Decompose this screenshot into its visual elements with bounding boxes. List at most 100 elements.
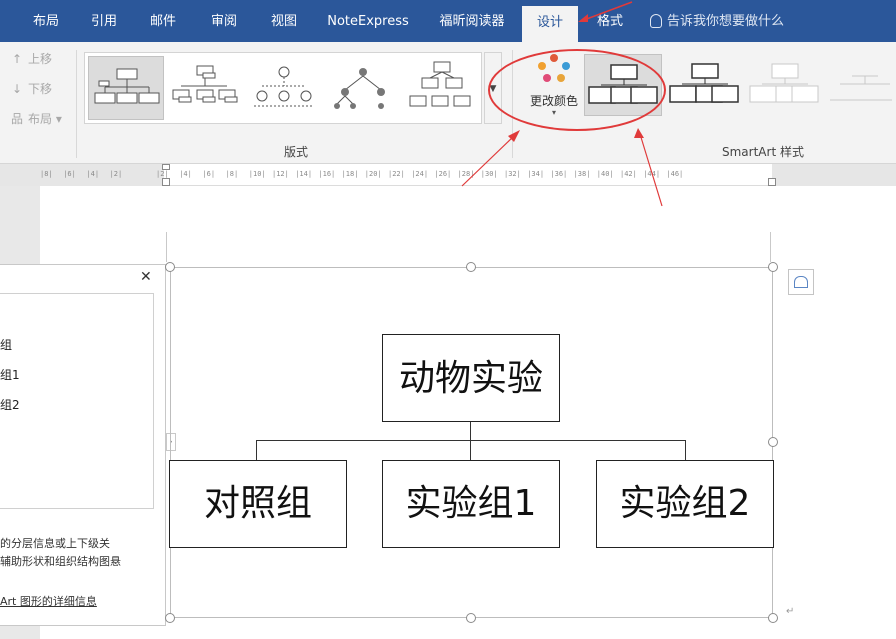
ruler-tick-label: |18| <box>341 170 359 178</box>
ribbon-tab-bar: 布局 引用 邮件 审阅 视图 NoteExpress 福昕阅读器 设计 格式 告… <box>0 0 896 42</box>
resize-handle[interactable] <box>768 613 778 623</box>
tab-mailings[interactable]: 邮件 <box>134 0 192 42</box>
ruler-tick-label: |8| <box>225 170 239 178</box>
layout-org-chart[interactable] <box>88 56 164 120</box>
ruler-tick-label: |2| <box>109 170 123 178</box>
layouts-gallery <box>84 52 482 124</box>
text-pane-item[interactable]: 组1 <box>0 366 20 383</box>
chevron-down-icon: ▾ <box>551 108 556 117</box>
smartart-root-node[interactable]: 动物实验 <box>382 334 560 422</box>
tab-noteexpress[interactable]: NoteExpress <box>318 0 418 42</box>
change-colors-label: 更改颜色 <box>529 94 578 108</box>
smartart-style-white-outline[interactable] <box>666 54 744 116</box>
paragraph-mark-icon: ↵ <box>786 606 795 617</box>
move-down-button[interactable]: ↓ 下移 <box>10 80 52 97</box>
layout-options-icon <box>794 276 808 288</box>
layout-hierarchy[interactable] <box>325 56 401 120</box>
resize-handle[interactable] <box>466 262 476 272</box>
ruler-tick-label: |4| <box>179 170 192 178</box>
palette-dot <box>562 62 570 70</box>
name-title-org-chart-icon <box>172 65 238 103</box>
right-indent-marker-icon[interactable] <box>768 178 776 186</box>
palette-dot <box>550 54 558 62</box>
layout-dropdown-button[interactable]: 品布局 ▾ <box>10 110 62 127</box>
horizontal-ruler[interactable]: |8| |6| |4| |2| |2| |4| |6| |8| |10| |12| |14| |16|… <box>0 164 896 186</box>
smartart-text-pane: ✕ 组 组1 组2 的分层信息或上下级关 辅助形状和组织结构图悬 Art 图形的… <box>0 264 166 626</box>
layouts-more-button[interactable]: ▼ <box>484 52 502 124</box>
smartart-child-node[interactable]: 实验组1 <box>382 460 560 548</box>
palette-dot <box>543 74 551 82</box>
tab-layout[interactable]: 布局 <box>18 0 74 42</box>
circle-hierarchy-icon <box>254 66 314 107</box>
palette-dot <box>557 74 565 82</box>
palette-dot <box>538 62 546 70</box>
connector-line <box>685 440 686 460</box>
connector-line <box>470 422 471 440</box>
layout-name-title-org-chart[interactable] <box>167 56 243 120</box>
resize-handle[interactable] <box>466 613 476 623</box>
smartart-style-subtle[interactable] <box>746 54 824 116</box>
lightbulb-icon <box>650 14 662 28</box>
labeled-hierarchy-icon <box>409 61 471 107</box>
connector-line <box>470 440 471 460</box>
connector-line <box>256 440 257 460</box>
arrow-down-icon: ↓ <box>11 82 23 96</box>
tell-me-text: 告诉我你想要做什么 <box>667 14 785 29</box>
ruler-tick-label: |12| <box>272 170 289 178</box>
ruler-tick-label: |6| <box>63 170 76 178</box>
ruler-tick-label: |22| <box>388 170 405 178</box>
style-preview-icon <box>669 63 739 103</box>
style-preview-icon <box>830 75 892 101</box>
tab-review[interactable]: 审阅 <box>196 0 252 42</box>
tab-design[interactable]: 设计 <box>522 6 578 42</box>
layout-labeled-hierarchy[interactable] <box>404 56 480 120</box>
ruler-tick-label: |4| <box>86 170 100 178</box>
resize-handle[interactable] <box>165 613 175 623</box>
learn-more-link[interactable]: Art 图形的详细信息 <box>0 593 97 609</box>
smartart-child-node[interactable]: 对照组 <box>169 460 347 548</box>
close-icon[interactable]: ✕ <box>140 269 152 285</box>
group-separator <box>76 50 77 158</box>
smartart-frame[interactable] <box>170 267 773 618</box>
move-up-button[interactable]: ↑ 上移 <box>10 50 52 67</box>
ruler-margin-left <box>0 164 164 186</box>
layout-circle-picture-hierarchy[interactable] <box>246 56 322 120</box>
arrow-up-icon: ↑ <box>11 52 23 66</box>
text-pane-description: 的分层信息或上下级关 辅助形状和组织结构图悬 <box>0 537 121 568</box>
smartart-child-node[interactable]: 实验组2 <box>596 460 774 548</box>
style-preview-icon <box>749 63 819 103</box>
hierarchy-dots-icon <box>334 68 385 109</box>
ribbon-body: ↑ 上移 ↓ 下移 品布局 ▾ ▼ 版式 更改颜色 ▾ SmartArt 样式 <box>0 42 896 164</box>
page-margin-line <box>770 232 771 262</box>
layouts-group-label: 版式 <box>284 145 309 159</box>
org-layout-icon: 品 <box>10 112 23 126</box>
tab-view[interactable]: 视图 <box>256 0 312 42</box>
smartart-style-simple-fill[interactable] <box>584 54 662 116</box>
resize-handle[interactable] <box>768 437 778 447</box>
org-chart-layout-icon <box>94 68 160 104</box>
change-colors-button[interactable]: 更改颜色 ▾ <box>522 52 586 132</box>
smartart-style-lines[interactable] <box>826 54 896 116</box>
text-pane-item[interactable]: 组2 <box>0 396 20 413</box>
ruler-tick-label: |2| <box>156 170 169 178</box>
ruler-tick-label: |14| <box>295 170 313 178</box>
page-margin-line <box>166 232 167 262</box>
ruler-tick-label: |16| <box>318 170 336 178</box>
text-pane-list[interactable]: 组 组1 组2 <box>0 293 154 509</box>
indent-marker-icon[interactable] <box>162 164 170 170</box>
tab-foxit-reader[interactable]: 福昕阅读器 <box>428 0 516 42</box>
resize-handle[interactable] <box>768 262 778 272</box>
tab-references[interactable]: 引用 <box>76 0 132 42</box>
palette-icon <box>538 54 572 86</box>
layout-options-button[interactable] <box>788 269 814 295</box>
ruler-tick-label: |10| <box>248 170 266 178</box>
tell-me-box[interactable]: 告诉我你想要做什么 <box>650 0 784 42</box>
connector-line <box>256 440 686 441</box>
ruler-tick-label: |6| <box>202 170 216 178</box>
resize-handle[interactable] <box>165 262 175 272</box>
indent-marker-icon[interactable] <box>162 178 170 186</box>
text-pane-item[interactable]: 组 <box>0 336 12 353</box>
annotation-arrows-icon <box>461 128 663 207</box>
ruler-margin-right <box>772 164 896 186</box>
ruler-tick-label: |20| <box>364 170 382 178</box>
